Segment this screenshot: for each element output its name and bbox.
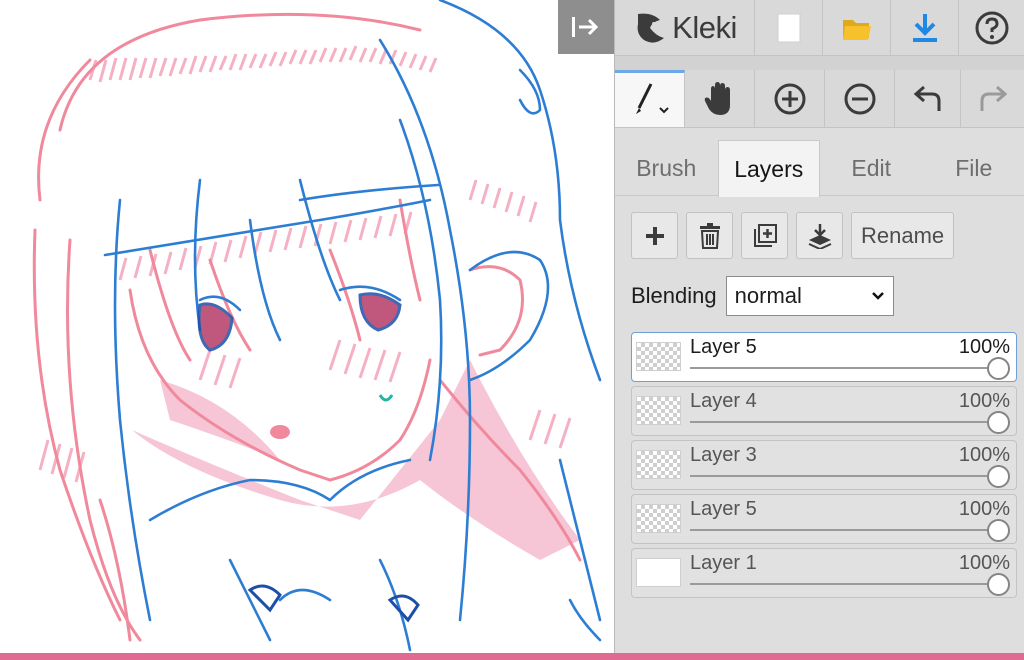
blending-select[interactable]: normal	[725, 276, 894, 316]
opacity-slider-track[interactable]	[690, 421, 996, 423]
open-file-button[interactable]	[823, 0, 891, 55]
new-file-button[interactable]	[755, 0, 823, 55]
layer-actions: Rename	[631, 212, 955, 259]
hand-icon	[704, 81, 730, 115]
zoom-in-icon	[774, 83, 805, 114]
download-icon	[912, 13, 937, 42]
tab-edit[interactable]: Edit	[820, 140, 923, 196]
opacity-slider-track[interactable]	[690, 475, 996, 477]
blending-value: normal	[734, 283, 802, 308]
rename-layer-button[interactable]: Rename	[851, 212, 955, 259]
kleki-logo[interactable]: Kleki	[615, 0, 755, 55]
layer-name: Layer 1	[690, 552, 757, 574]
brush-tool-button[interactable]	[615, 70, 685, 127]
layer-item[interactable]: Layer 5 100%	[631, 494, 1017, 544]
layer-item[interactable]: Layer 3 100%	[631, 440, 1017, 490]
tab-file[interactable]: File	[923, 140, 1024, 196]
redo-button[interactable]	[961, 70, 1024, 127]
layer-item[interactable]: Layer 5 100%	[631, 332, 1017, 382]
layer-opacity: 100%	[958, 498, 1010, 520]
undo-button[interactable]	[895, 70, 961, 127]
help-button[interactable]	[959, 0, 1024, 55]
layer-thumbnail	[636, 396, 681, 425]
layer-opacity: 100%	[958, 552, 1010, 574]
panel-tabs: Brush Layers Edit File	[615, 140, 1024, 197]
chevron-down-icon	[871, 292, 884, 300]
new-file-icon	[777, 13, 800, 42]
merge-down-button[interactable]	[796, 212, 843, 259]
blending-label: Blending	[631, 283, 717, 308]
layer-name: Layer 3	[690, 444, 757, 466]
merge-down-icon	[808, 223, 831, 249]
hand-tool-button[interactable]	[685, 70, 755, 127]
app-name: Kleki	[672, 9, 737, 45]
duplicate-layer-button[interactable]	[741, 212, 788, 259]
layer-thumbnail	[636, 504, 681, 533]
open-folder-icon	[842, 19, 871, 40]
save-button[interactable]	[891, 0, 959, 55]
tab-layers[interactable]: Layers	[717, 140, 820, 197]
layer-thumbnail	[636, 450, 681, 479]
canvas-artwork	[32, 0, 602, 652]
layer-list: Layer 5 100% Layer 4 100% Layer 3 100% L…	[631, 332, 1017, 602]
layer-name: Layer 4	[690, 390, 757, 412]
trash-icon	[699, 222, 720, 249]
layer-thumbnail	[636, 342, 681, 371]
delete-layer-button[interactable]	[686, 212, 733, 259]
blending-row: Blending normal	[631, 276, 894, 316]
plus-icon	[645, 226, 664, 245]
top-toolbar: Kleki	[615, 0, 1024, 56]
layer-name: Layer 5	[690, 336, 757, 358]
opacity-slider-track[interactable]	[690, 529, 996, 531]
layer-name: Layer 5	[690, 498, 757, 520]
zoom-out-button[interactable]	[825, 70, 895, 127]
side-panel: Kleki Brush Layers Edit File Rename Blen…	[614, 0, 1024, 653]
layer-opacity: 100%	[958, 444, 1010, 466]
tool-toolbar	[615, 70, 1024, 128]
drawing-canvas[interactable]	[0, 0, 614, 660]
layer-opacity: 100%	[958, 336, 1010, 358]
opacity-slider-handle[interactable]	[987, 357, 1010, 380]
brush-icon	[635, 83, 669, 114]
zoom-in-button[interactable]	[755, 70, 825, 127]
duplicate-icon	[753, 223, 777, 247]
tab-brush[interactable]: Brush	[615, 140, 718, 196]
add-layer-button[interactable]	[631, 212, 678, 259]
opacity-slider-handle[interactable]	[987, 411, 1010, 434]
layer-thumbnail	[636, 558, 681, 587]
collapse-panel-button[interactable]	[558, 0, 614, 54]
opacity-slider-handle[interactable]	[987, 465, 1010, 488]
canvas-bottom-border	[0, 653, 1024, 660]
layer-opacity: 100%	[958, 390, 1010, 412]
opacity-slider-handle[interactable]	[987, 519, 1010, 542]
opacity-slider-track[interactable]	[690, 583, 996, 585]
collapse-panel-icon	[572, 17, 599, 37]
redo-icon	[980, 85, 1008, 111]
opacity-slider-track[interactable]	[690, 367, 996, 369]
toolbar-separator	[615, 56, 1024, 70]
layer-item[interactable]: Layer 4 100%	[631, 386, 1017, 436]
layer-item[interactable]: Layer 1 100%	[631, 548, 1017, 598]
undo-icon	[913, 85, 940, 111]
kleki-logo-icon	[637, 13, 665, 43]
help-icon	[975, 11, 1009, 44]
zoom-out-icon	[844, 83, 875, 114]
opacity-slider-handle[interactable]	[987, 573, 1010, 596]
